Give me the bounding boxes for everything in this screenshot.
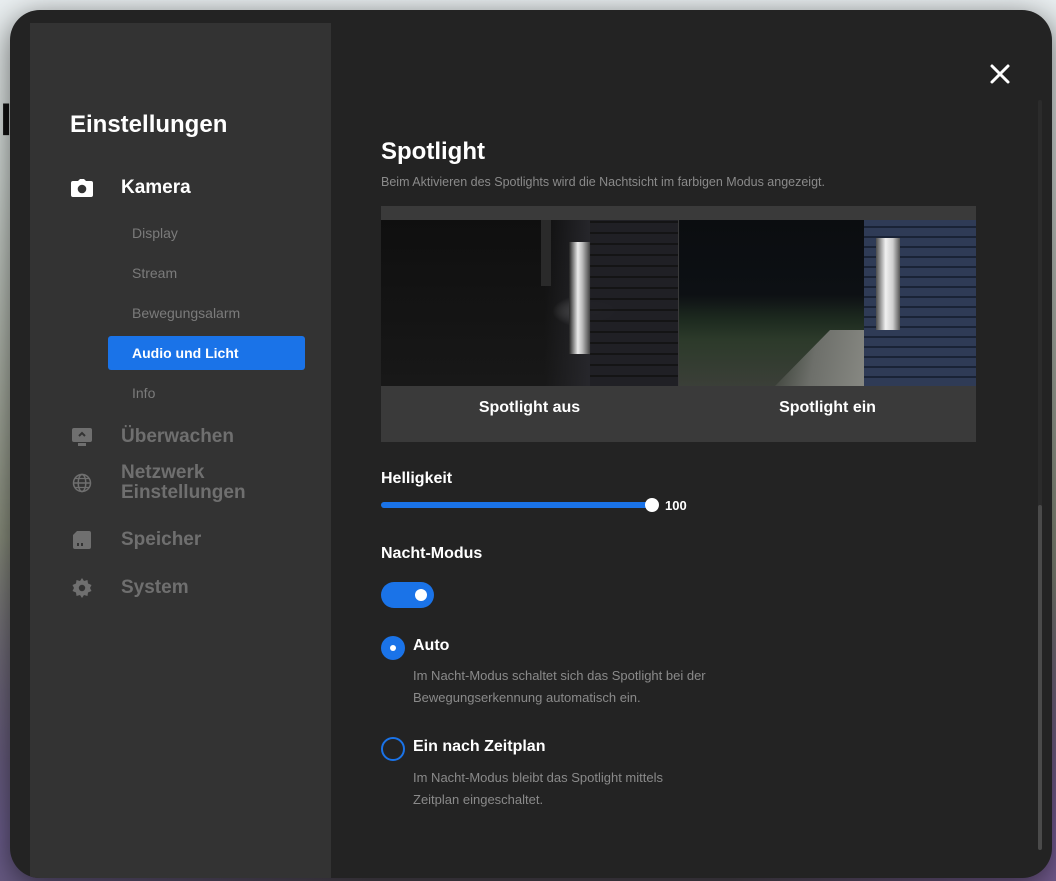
sidebar-item-display[interactable]: Display — [108, 216, 305, 250]
settings-sidebar: Einstellungen Kamera Display Stream Bewe… — [30, 23, 331, 878]
schedule-desc-line1: Im Nacht-Modus bleibt das Spotlight mitt… — [413, 770, 663, 785]
auto-desc-line2: Bewegungserkennung automatisch ein. — [413, 690, 641, 705]
camera-icon — [70, 176, 94, 200]
monitor-icon — [70, 425, 94, 449]
sd-card-icon — [70, 528, 94, 552]
sidebar-item-bewegungsalarm[interactable]: Bewegungsalarm — [108, 296, 305, 330]
auto-option-label[interactable]: Auto — [413, 637, 449, 655]
globe-icon — [70, 471, 94, 495]
sidebar-title: Einstellungen — [70, 111, 228, 138]
sidebar-section-system[interactable]: System — [70, 576, 189, 600]
auto-desc-line1: Im Nacht-Modus schaltet sich das Spotlig… — [413, 668, 706, 683]
spotlight-off-caption: Spotlight aus — [478, 399, 581, 416]
brightness-slider-fill — [381, 502, 652, 508]
sidebar-section-label: Überwachen — [121, 426, 234, 447]
sidebar-section-ueberwachen[interactable]: Überwachen — [70, 425, 234, 449]
schedule-option-description: Im Nacht-Modus bleibt das Spotlight mitt… — [413, 767, 793, 811]
scrollbar-thumb[interactable] — [1038, 505, 1042, 850]
sidebar-section-label: Speicher — [121, 529, 202, 550]
auto-radio[interactable] — [381, 636, 405, 660]
gear-icon — [70, 576, 94, 600]
brightness-slider[interactable] — [381, 498, 659, 512]
sidebar-item-info[interactable]: Info — [108, 376, 305, 410]
schedule-radio[interactable] — [381, 737, 405, 761]
schedule-option-label[interactable]: Ein nach Zeitplan — [413, 738, 545, 756]
close-icon — [990, 64, 1010, 84]
sidebar-item-stream[interactable]: Stream — [108, 256, 305, 290]
section-description: Beim Aktivieren des Spotlights wird die … — [381, 175, 825, 189]
section-title: Spotlight — [381, 138, 485, 165]
brightness-value: 100 — [665, 498, 687, 513]
spotlight-off-image — [381, 220, 678, 386]
settings-modal: Einstellungen Kamera Display Stream Bewe… — [10, 10, 1052, 878]
sidebar-section-speicher[interactable]: Speicher — [70, 528, 201, 552]
network-label-line1: Netzwerk — [121, 462, 205, 483]
spotlight-preview: Spotlight aus Spotlight ein — [381, 206, 976, 442]
spotlight-on-caption: Spotlight ein — [779, 399, 876, 416]
sidebar-section-label: Kamera — [121, 177, 191, 198]
brightness-slider-handle[interactable] — [645, 498, 659, 512]
sidebar-section-kamera[interactable]: Kamera — [70, 176, 191, 200]
sidebar-section-label: Netzwerk Einstellungen — [121, 463, 246, 503]
network-label-line2: Einstellungen — [121, 482, 246, 503]
brightness-label: Helligkeit — [381, 470, 453, 487]
spotlight-on-image — [679, 220, 976, 386]
close-button[interactable] — [986, 60, 1014, 88]
schedule-desc-line2: Zeitplan eingeschaltet. — [413, 792, 544, 807]
night-mode-label: Nacht-Modus — [381, 545, 483, 562]
sidebar-section-netzwerk[interactable]: Netzwerk Einstellungen — [70, 463, 246, 503]
night-mode-toggle[interactable] — [381, 582, 434, 608]
sidebar-section-label: System — [121, 577, 189, 598]
toggle-knob — [415, 589, 427, 601]
content-scrollbar[interactable] — [1038, 100, 1042, 850]
sidebar-item-audio-und-licht[interactable]: Audio und Licht — [108, 336, 305, 370]
auto-option-description: Im Nacht-Modus schaltet sich das Spotlig… — [413, 665, 793, 709]
